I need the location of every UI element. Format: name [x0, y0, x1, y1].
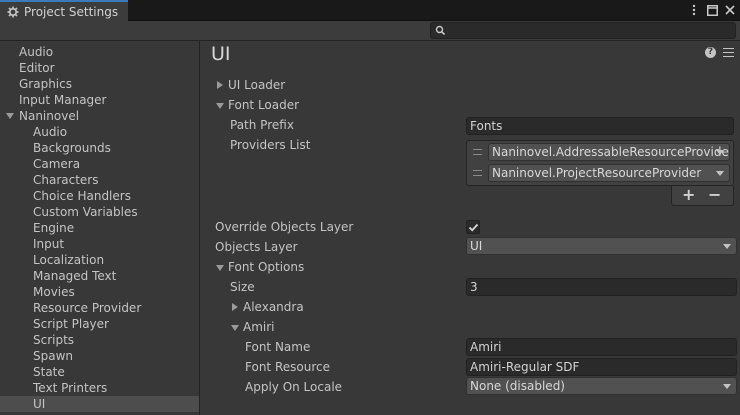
font-name-label: Font Name [245, 340, 311, 354]
provider-dropdown[interactable]: Naninovel.ProjectResourceProvider [488, 164, 730, 182]
chevron-down-icon [723, 384, 731, 389]
path-prefix-field[interactable]: Fonts [466, 117, 734, 135]
toolbar [0, 21, 740, 41]
gear-icon [7, 6, 19, 18]
objects-layer-label: Objects Layer [215, 240, 298, 254]
settings-sidebar: Audio Editor Graphics Input Manager Nani… [0, 41, 200, 415]
font-options-foldout[interactable]: Font Options [228, 259, 304, 275]
sidebar-item-choice-handlers[interactable]: Choice Handlers [33, 188, 131, 204]
override-objects-layer-label: Override Objects Layer [215, 220, 354, 234]
sidebar-item-backgrounds[interactable]: Backgrounds [33, 140, 111, 156]
font-entry-alexandra[interactable]: Alexandra [243, 299, 304, 315]
search-icon [435, 25, 446, 36]
expanded-arrow-icon[interactable] [231, 325, 239, 331]
settings-main-panel: UI ? UI Loader Font Loader Path Prefix F… [201, 41, 740, 415]
apply-on-locale-label: Apply On Locale [245, 380, 343, 394]
providers-list-label: Providers List [230, 138, 311, 152]
sidebar-item-localization[interactable]: Localization [33, 252, 104, 268]
expanded-arrow-icon[interactable] [216, 103, 224, 109]
window-titlebar: Project Settings [0, 0, 740, 21]
tab-title: Project Settings [24, 4, 119, 19]
sidebar-item-script-player[interactable]: Script Player [33, 316, 109, 332]
font-resource-label: Font Resource [245, 360, 330, 374]
sidebar-item-audio[interactable]: Audio [19, 44, 53, 60]
tab-project-settings[interactable]: Project Settings [0, 0, 128, 21]
sidebar-item-resource-provider[interactable]: Resource Provider [33, 300, 141, 316]
provider-dropdown[interactable]: Naninovel.AddressableResourceProvider [488, 143, 730, 161]
sidebar-item-input[interactable]: Input [33, 236, 64, 252]
sidebar-item-naninovel[interactable]: Naninovel [0, 108, 199, 124]
font-resource-field[interactable]: Amiri-Regular SDF [466, 358, 737, 376]
remove-item-button[interactable]: − [708, 186, 721, 204]
sidebar-item-naninovel-audio[interactable]: Audio [33, 124, 67, 140]
collapsed-arrow-icon[interactable] [232, 303, 238, 311]
expand-arrow-icon[interactable] [6, 113, 14, 119]
font-entry-amiri[interactable]: Amiri [243, 319, 275, 335]
sidebar-item-graphics[interactable]: Graphics [19, 76, 72, 92]
provider-dropdown-value: Naninovel.ProjectResourceProvider [492, 166, 702, 180]
chevron-down-icon [716, 171, 724, 176]
sidebar-item-custom-variables[interactable]: Custom Variables [33, 204, 138, 220]
path-prefix-label: Path Prefix [230, 118, 294, 132]
sidebar-item-label: UI [33, 397, 46, 411]
sidebar-item-managed-text[interactable]: Managed Text [33, 268, 116, 284]
sidebar-item-editor[interactable]: Editor [19, 60, 55, 76]
sidebar-item-engine[interactable]: Engine [33, 220, 74, 236]
page-title: UI [211, 43, 231, 65]
chevron-down-icon [716, 150, 724, 155]
apply-on-locale-value: None (disabled) [470, 379, 565, 393]
providers-list: Naninovel.AddressableResourceProvider Na… [466, 140, 734, 186]
override-objects-layer-checkbox[interactable] [466, 220, 480, 234]
sidebar-item-characters[interactable]: Characters [33, 172, 99, 188]
font-loader-foldout[interactable]: Font Loader [228, 97, 299, 113]
objects-layer-value: UI [470, 239, 483, 253]
apply-on-locale-dropdown[interactable]: None (disabled) [466, 377, 737, 395]
collapsed-arrow-icon[interactable] [217, 81, 223, 89]
close-icon[interactable] [724, 3, 736, 17]
help-icon[interactable]: ? [705, 47, 716, 58]
size-label: Size [230, 280, 255, 294]
sidebar-item-text-printers[interactable]: Text Printers [33, 380, 107, 396]
list-footer: + − [671, 186, 734, 206]
provider-dropdown-value: Naninovel.AddressableResourceProvider [492, 145, 730, 159]
sidebar-item-state[interactable]: State [33, 364, 65, 380]
font-name-field[interactable]: Amiri [466, 338, 737, 356]
maximize-icon[interactable] [706, 3, 718, 17]
sidebar-item-ui[interactable]: UI [0, 396, 199, 412]
preset-icon[interactable] [723, 48, 734, 57]
sidebar-item-spawn[interactable]: Spawn [33, 348, 73, 364]
search-input[interactable] [430, 22, 736, 39]
drag-handle-icon[interactable] [473, 149, 482, 155]
add-item-button[interactable]: + [682, 186, 695, 204]
sidebar-item-scripts[interactable]: Scripts [33, 332, 74, 348]
checkmark-icon [468, 223, 479, 232]
size-field[interactable]: 3 [466, 278, 737, 296]
more-options-icon[interactable] [688, 3, 700, 17]
chevron-down-icon [723, 244, 731, 249]
sidebar-item-movies[interactable]: Movies [33, 284, 75, 300]
objects-layer-dropdown[interactable]: UI [466, 237, 737, 255]
ui-loader-foldout[interactable]: UI Loader [228, 77, 285, 93]
expanded-arrow-icon[interactable] [216, 265, 224, 271]
drag-handle-icon[interactable] [473, 170, 482, 176]
sidebar-item-input-manager[interactable]: Input Manager [19, 92, 107, 108]
sidebar-item-label: Naninovel [19, 109, 80, 123]
sidebar-item-camera[interactable]: Camera [33, 156, 80, 172]
